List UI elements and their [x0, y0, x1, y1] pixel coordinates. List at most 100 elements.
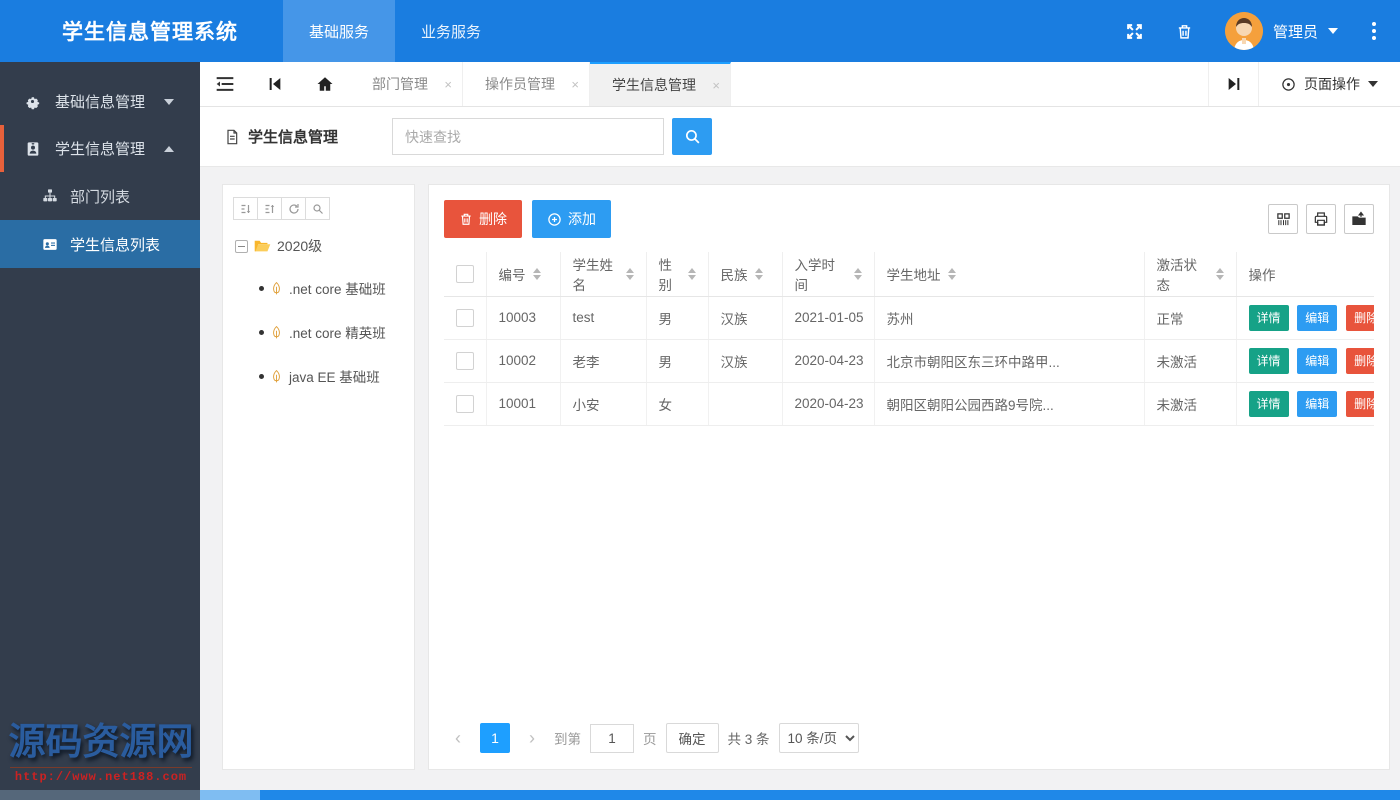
search-band: 学生信息管理: [200, 107, 1400, 167]
row-checkbox[interactable]: [456, 308, 474, 327]
tree-node-class3[interactable]: java EE 基础班: [259, 366, 404, 386]
tab-label: 操作员管理: [485, 76, 555, 92]
sort-icon[interactable]: [687, 267, 696, 280]
leaf-icon: [273, 281, 280, 294]
close-tab-icon[interactable]: [712, 78, 720, 93]
sidebar-item-basic-info[interactable]: 基础信息管理: [0, 78, 200, 125]
tab-label: 学生信息管理: [612, 77, 696, 93]
page-title: 学生信息管理: [224, 126, 392, 147]
sort-icon[interactable]: [532, 267, 541, 280]
tree-node-label: .net core 基础班: [289, 282, 386, 297]
avatar: [1224, 12, 1263, 50]
tree-search-icon[interactable]: [305, 197, 330, 220]
col-header-gender: 性别: [658, 257, 673, 293]
cell-ethnic: 汉族: [708, 339, 783, 383]
delete-row-button[interactable]: 删除: [1346, 347, 1374, 374]
fullscreen-icon[interactable]: [1125, 21, 1145, 41]
target-icon: [1282, 77, 1295, 91]
prev-page-icon[interactable]: [445, 723, 471, 753]
collapse-all-icon[interactable]: [257, 197, 282, 220]
add-button[interactable]: 添加: [532, 200, 611, 238]
table-row: 10001 小安 女 2020-04-23 朝阳区朝阳公园西路9号院... 未激…: [444, 382, 1374, 426]
page-actions-label: 页面操作: [1304, 76, 1360, 92]
user-menu[interactable]: 管理员: [1224, 12, 1338, 50]
sort-icon[interactable]: [853, 267, 862, 280]
tab-student-info-mgmt[interactable]: 学生信息管理: [590, 62, 731, 106]
close-tab-icon[interactable]: [571, 77, 579, 92]
tree-node-class1[interactable]: .net core 基础班: [259, 278, 404, 298]
search-input[interactable]: [392, 118, 664, 155]
delete-row-button[interactable]: 删除: [1346, 304, 1374, 331]
sort-icon[interactable]: [1215, 267, 1224, 280]
delete-row-button[interactable]: 删除: [1346, 390, 1374, 417]
sidebar-item-dept-list[interactable]: 部门列表: [0, 172, 200, 220]
cell-id: 10001: [486, 382, 561, 426]
cell-date: 2020-04-23: [782, 339, 875, 383]
confirm-button[interactable]: 确定: [665, 723, 719, 753]
row-checkbox[interactable]: [456, 394, 474, 413]
leaf-icon: [273, 369, 280, 382]
next-page-icon[interactable]: [519, 723, 545, 753]
tab-dept-mgmt[interactable]: 部门管理: [350, 62, 463, 106]
table-panel: 删除 添加 编号 学生姓名 性别 民族 入学时间 学生地址 激活状态 操作 10…: [428, 184, 1390, 770]
cell-ethnic: [708, 382, 783, 426]
page-actions-dropdown[interactable]: 页面操作: [1258, 62, 1400, 106]
home-icon[interactable]: [300, 62, 350, 106]
print-icon[interactable]: [1306, 204, 1336, 234]
nav-item-basic-services[interactable]: 基础服务: [283, 0, 396, 62]
cell-name: 小安: [560, 382, 647, 426]
detail-button[interactable]: 详情: [1248, 304, 1289, 331]
main-area: 部门管理 操作员管理 学生信息管理 页面操作: [200, 62, 1400, 790]
cell-address: 北京市朝阳区东三环中路甲...: [874, 339, 1145, 383]
detail-button[interactable]: 详情: [1248, 347, 1289, 374]
close-tab-icon[interactable]: [444, 77, 452, 92]
scroll-tabs-right-icon[interactable]: [1208, 62, 1258, 106]
chevron-down-icon: [164, 98, 174, 105]
goto-page-input[interactable]: [590, 723, 634, 753]
horizontal-scrollbar[interactable]: [0, 790, 1400, 800]
sort-icon[interactable]: [625, 267, 634, 280]
scroll-tabs-left-icon[interactable]: [250, 62, 300, 106]
more-options-icon[interactable]: [1372, 22, 1376, 40]
search-button[interactable]: [672, 118, 712, 155]
student-table: 编号 学生姓名 性别 民族 入学时间 学生地址 激活状态 操作 10003 te…: [444, 252, 1374, 426]
page-size-select[interactable]: 10 条/页: [778, 723, 859, 753]
add-button-label: 添加: [568, 211, 596, 227]
select-all-checkbox[interactable]: [456, 264, 474, 283]
page-title-label: 学生信息管理: [248, 129, 339, 146]
delete-button[interactable]: 删除: [444, 200, 522, 238]
edit-button[interactable]: 编辑: [1297, 347, 1338, 374]
cell-date: 2021-01-05: [782, 296, 875, 340]
scrollbar-thumb[interactable]: [200, 790, 260, 800]
columns-toggle-icon[interactable]: [1268, 204, 1298, 234]
username: 管理员: [1272, 23, 1318, 41]
expand-all-icon[interactable]: [233, 197, 258, 220]
table-row: 10002 老李 男 汉族 2020-04-23 北京市朝阳区东三环中路甲...…: [444, 339, 1374, 383]
export-icon[interactable]: [1344, 204, 1374, 234]
edit-button[interactable]: 编辑: [1297, 390, 1338, 417]
edit-button[interactable]: 编辑: [1297, 304, 1338, 331]
page-number-1[interactable]: 1: [480, 723, 510, 753]
sidebar-item-student-info[interactable]: 学生信息管理: [0, 125, 200, 172]
collapse-node-icon[interactable]: [235, 239, 248, 253]
nav-item-business-services[interactable]: 业务服务: [395, 0, 507, 62]
tab-operator-mgmt[interactable]: 操作员管理: [463, 62, 590, 106]
tree-node-class2[interactable]: .net core 精英班: [259, 322, 404, 342]
tree-node-label: 2020级: [277, 238, 323, 254]
row-checkbox[interactable]: [456, 351, 474, 370]
collapse-sidebar-icon[interactable]: [200, 62, 250, 106]
cell-address: 苏州: [874, 296, 1145, 340]
trash-icon[interactable]: [1175, 21, 1195, 41]
cell-address: 朝阳区朝阳公园西路9号院...: [874, 382, 1145, 426]
sort-icon[interactable]: [754, 267, 763, 280]
sidebar-item-student-list[interactable]: 学生信息列表: [0, 220, 200, 268]
page-unit-label: 页: [643, 732, 657, 747]
sort-icon[interactable]: [947, 267, 956, 280]
col-header-address: 学生地址: [886, 267, 941, 283]
tree-node-root[interactable]: 2020级: [235, 236, 404, 256]
detail-button[interactable]: 详情: [1248, 390, 1289, 417]
refresh-icon[interactable]: [281, 197, 306, 220]
sidebar-item-label: 学生信息列表: [70, 236, 161, 254]
tree-toolbar: [233, 197, 404, 220]
gear-icon: [24, 93, 41, 110]
